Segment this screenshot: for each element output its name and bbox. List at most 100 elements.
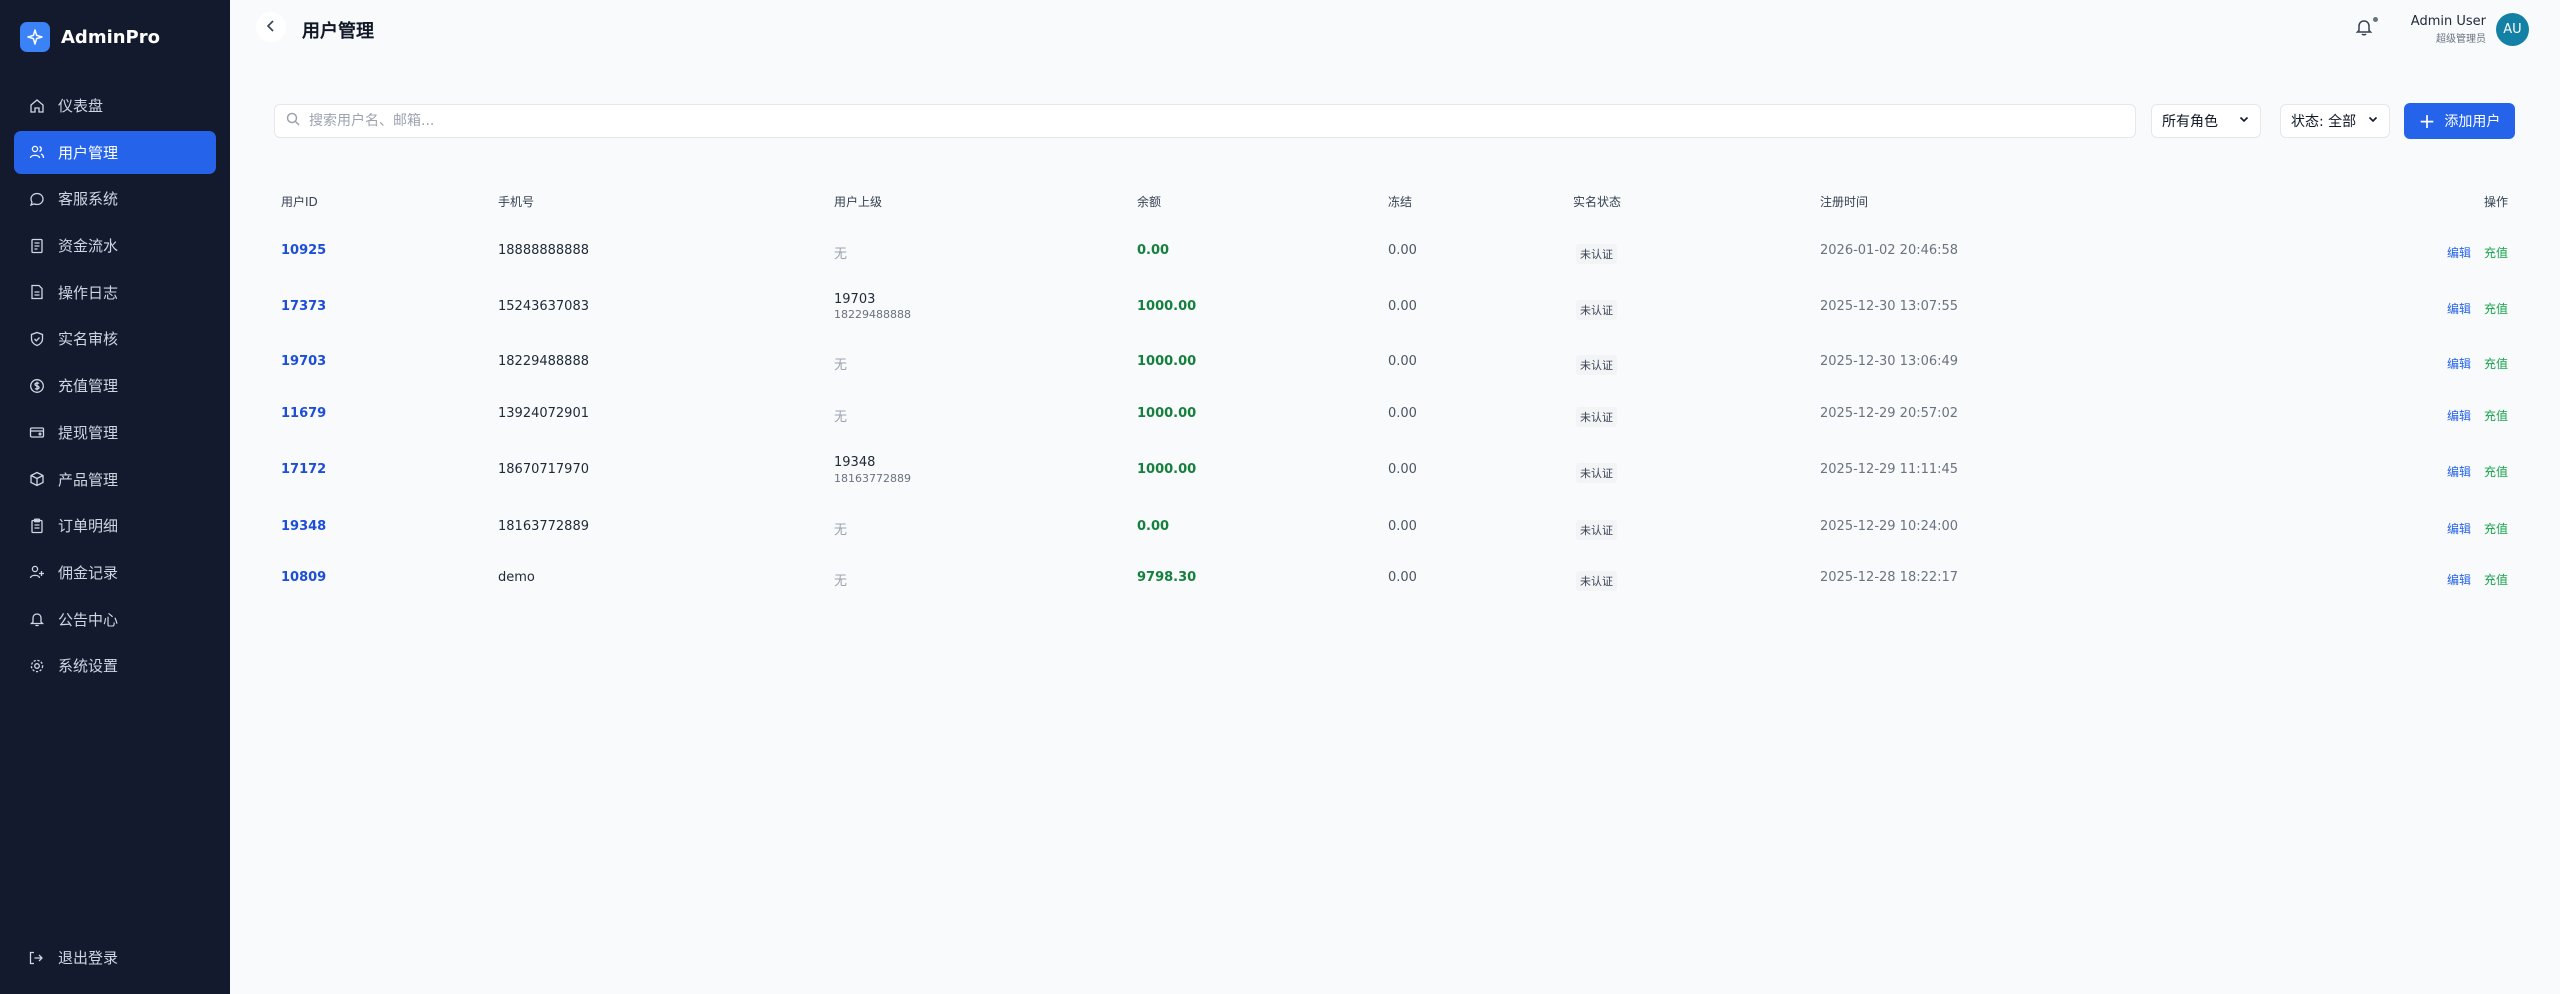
- sidebar-nav: 仪表盘 用户管理 客服系统 资金流水 操作日志 实名审核 充值管理 提现管理 产…: [14, 84, 216, 691]
- sidebar-item-label: 仪表盘: [58, 97, 104, 115]
- sidebar-item-settings[interactable]: 系统设置: [14, 644, 216, 687]
- recharge-button[interactable]: 充值: [2484, 300, 2508, 317]
- sidebar-item-users[interactable]: 用户管理: [14, 130, 216, 174]
- brand[interactable]: AdminPro: [20, 22, 160, 52]
- chat-icon: [28, 190, 45, 207]
- role-filter-value: 所有角色: [2162, 114, 2218, 130]
- column-header-parent[interactable]: 用户上级: [834, 193, 882, 210]
- back-button[interactable]: [256, 12, 286, 42]
- recharge-button[interactable]: 充值: [2484, 244, 2508, 261]
- user-phone: 15243637083: [498, 299, 589, 314]
- chevron-left-icon: [264, 18, 278, 37]
- user-phone: 13924072901: [498, 406, 589, 421]
- edit-button[interactable]: 编辑: [2447, 355, 2471, 372]
- page-title: 用户管理: [302, 21, 374, 42]
- user-phone: 18229488888: [498, 354, 589, 369]
- user-frozen: 0.00: [1388, 519, 1417, 534]
- sidebar-item-dashboard[interactable]: 仪表盘: [14, 84, 216, 127]
- chevron-down-icon: [2367, 113, 2379, 129]
- shield-icon: [28, 330, 45, 347]
- user-id[interactable]: 17172: [281, 462, 326, 477]
- user-role: 超级管理员: [2436, 34, 2486, 45]
- sidebar-item-label: 资金流水: [58, 237, 119, 256]
- search-input[interactable]: [309, 113, 2009, 129]
- sidebar-item-recharge[interactable]: 充值管理: [14, 364, 216, 407]
- sidebar-item-commission[interactable]: 佣金记录: [14, 551, 216, 594]
- edit-button[interactable]: 编辑: [2447, 463, 2471, 480]
- verify-status-badge: 未认证: [1576, 244, 1617, 264]
- user-balance: 1000.00: [1137, 354, 1197, 369]
- column-header-balance[interactable]: 余额: [1137, 193, 1161, 210]
- parent-none: 无: [834, 358, 848, 373]
- coin-icon: [28, 377, 45, 394]
- recharge-button[interactable]: 充值: [2484, 463, 2508, 480]
- sidebar-item-label: 客服系统: [58, 190, 119, 209]
- recharge-button[interactable]: 充值: [2484, 355, 2508, 372]
- user-balance: 0.00: [1137, 243, 1170, 258]
- user-id[interactable]: 17373: [281, 299, 326, 314]
- verify-status-badge: 未认证: [1576, 407, 1617, 427]
- user-id[interactable]: 19703: [281, 354, 326, 369]
- sidebar-item-label: 系统设置: [58, 657, 119, 676]
- user-id[interactable]: 11679: [281, 406, 326, 421]
- search-box[interactable]: [274, 104, 2136, 138]
- user-name: Admin User: [2410, 14, 2486, 29]
- sidebar-item-funds[interactable]: 资金流水: [14, 224, 216, 267]
- sidebar-item-withdraw[interactable]: 提现管理: [14, 411, 216, 454]
- users-icon: [28, 144, 45, 161]
- user-frozen: 0.00: [1388, 406, 1417, 421]
- logout-label: 退出登录: [58, 949, 119, 967]
- box-icon: [28, 471, 45, 488]
- sidebar-item-label: 提现管理: [58, 423, 119, 442]
- sidebar-item-orders[interactable]: 订单明细: [14, 504, 216, 547]
- user-id[interactable]: 19348: [281, 519, 326, 534]
- parent-user-id[interactable]: 19703: [834, 292, 875, 307]
- edit-button[interactable]: 编辑: [2447, 300, 2471, 317]
- parent-user-id[interactable]: 19348: [834, 455, 875, 470]
- home-icon: [28, 97, 45, 114]
- status-filter-select[interactable]: 状态: 全部: [2280, 104, 2390, 138]
- sidebar: AdminPro 仪表盘 用户管理 客服系统 资金流水 操作日志 实名审核 充值…: [0, 0, 230, 994]
- edit-button[interactable]: 编辑: [2447, 520, 2471, 537]
- logout-icon: [28, 949, 45, 966]
- sidebar-item-label: 产品管理: [58, 470, 119, 489]
- notification-dot: [2373, 17, 2378, 22]
- recharge-button[interactable]: 充值: [2484, 407, 2508, 424]
- parent-none: 无: [834, 523, 848, 538]
- sidebar-item-label: 充值管理: [58, 377, 119, 396]
- register-time: 2025-12-29 10:24:00: [1820, 519, 1959, 534]
- column-header-time[interactable]: 注册时间: [1820, 193, 1868, 210]
- column-header-phone[interactable]: 手机号: [498, 193, 534, 210]
- bell-icon: [28, 611, 45, 628]
- sidebar-item-announcements[interactable]: 公告中心: [14, 598, 216, 641]
- register-time: 2026-01-02 20:46:58: [1820, 243, 1959, 258]
- edit-button[interactable]: 编辑: [2447, 571, 2471, 588]
- register-time: 2025-12-30 13:06:49: [1820, 354, 1959, 369]
- edit-button[interactable]: 编辑: [2447, 244, 2471, 261]
- sidebar-item-products[interactable]: 产品管理: [14, 458, 216, 501]
- role-filter-select[interactable]: 所有角色: [2151, 104, 2261, 138]
- sidebar-item-verification[interactable]: 实名审核: [14, 317, 216, 360]
- sidebar-item-logs[interactable]: 操作日志: [14, 271, 216, 314]
- brand-logo-icon: [20, 22, 50, 52]
- column-header-uid[interactable]: 用户ID: [281, 193, 318, 210]
- verify-status-badge: 未认证: [1576, 520, 1617, 540]
- register-time: 2025-12-29 11:11:45: [1820, 462, 1959, 477]
- recharge-button[interactable]: 充值: [2484, 520, 2508, 537]
- edit-button[interactable]: 编辑: [2447, 407, 2471, 424]
- user-id[interactable]: 10925: [281, 243, 326, 258]
- parent-none: 无: [834, 574, 848, 589]
- logout-button[interactable]: 退出登录: [14, 936, 216, 979]
- avatar[interactable]: AU: [2496, 13, 2529, 46]
- register-time: 2025-12-28 18:22:17: [1820, 570, 1959, 585]
- user-balance: 9798.30: [1137, 570, 1197, 585]
- sidebar-item-label: 订单明细: [58, 517, 119, 536]
- sidebar-item-support[interactable]: 客服系统: [14, 177, 216, 220]
- user-balance: 1000.00: [1137, 299, 1197, 314]
- column-header-verify[interactable]: 实名状态: [1573, 193, 1621, 210]
- notification-bell-icon[interactable]: [2354, 17, 2374, 41]
- add-user-button[interactable]: + 添加用户: [2404, 103, 2515, 139]
- column-header-frozen[interactable]: 冻结: [1388, 193, 1412, 210]
- recharge-button[interactable]: 充值: [2484, 571, 2508, 588]
- user-id[interactable]: 10809: [281, 570, 326, 585]
